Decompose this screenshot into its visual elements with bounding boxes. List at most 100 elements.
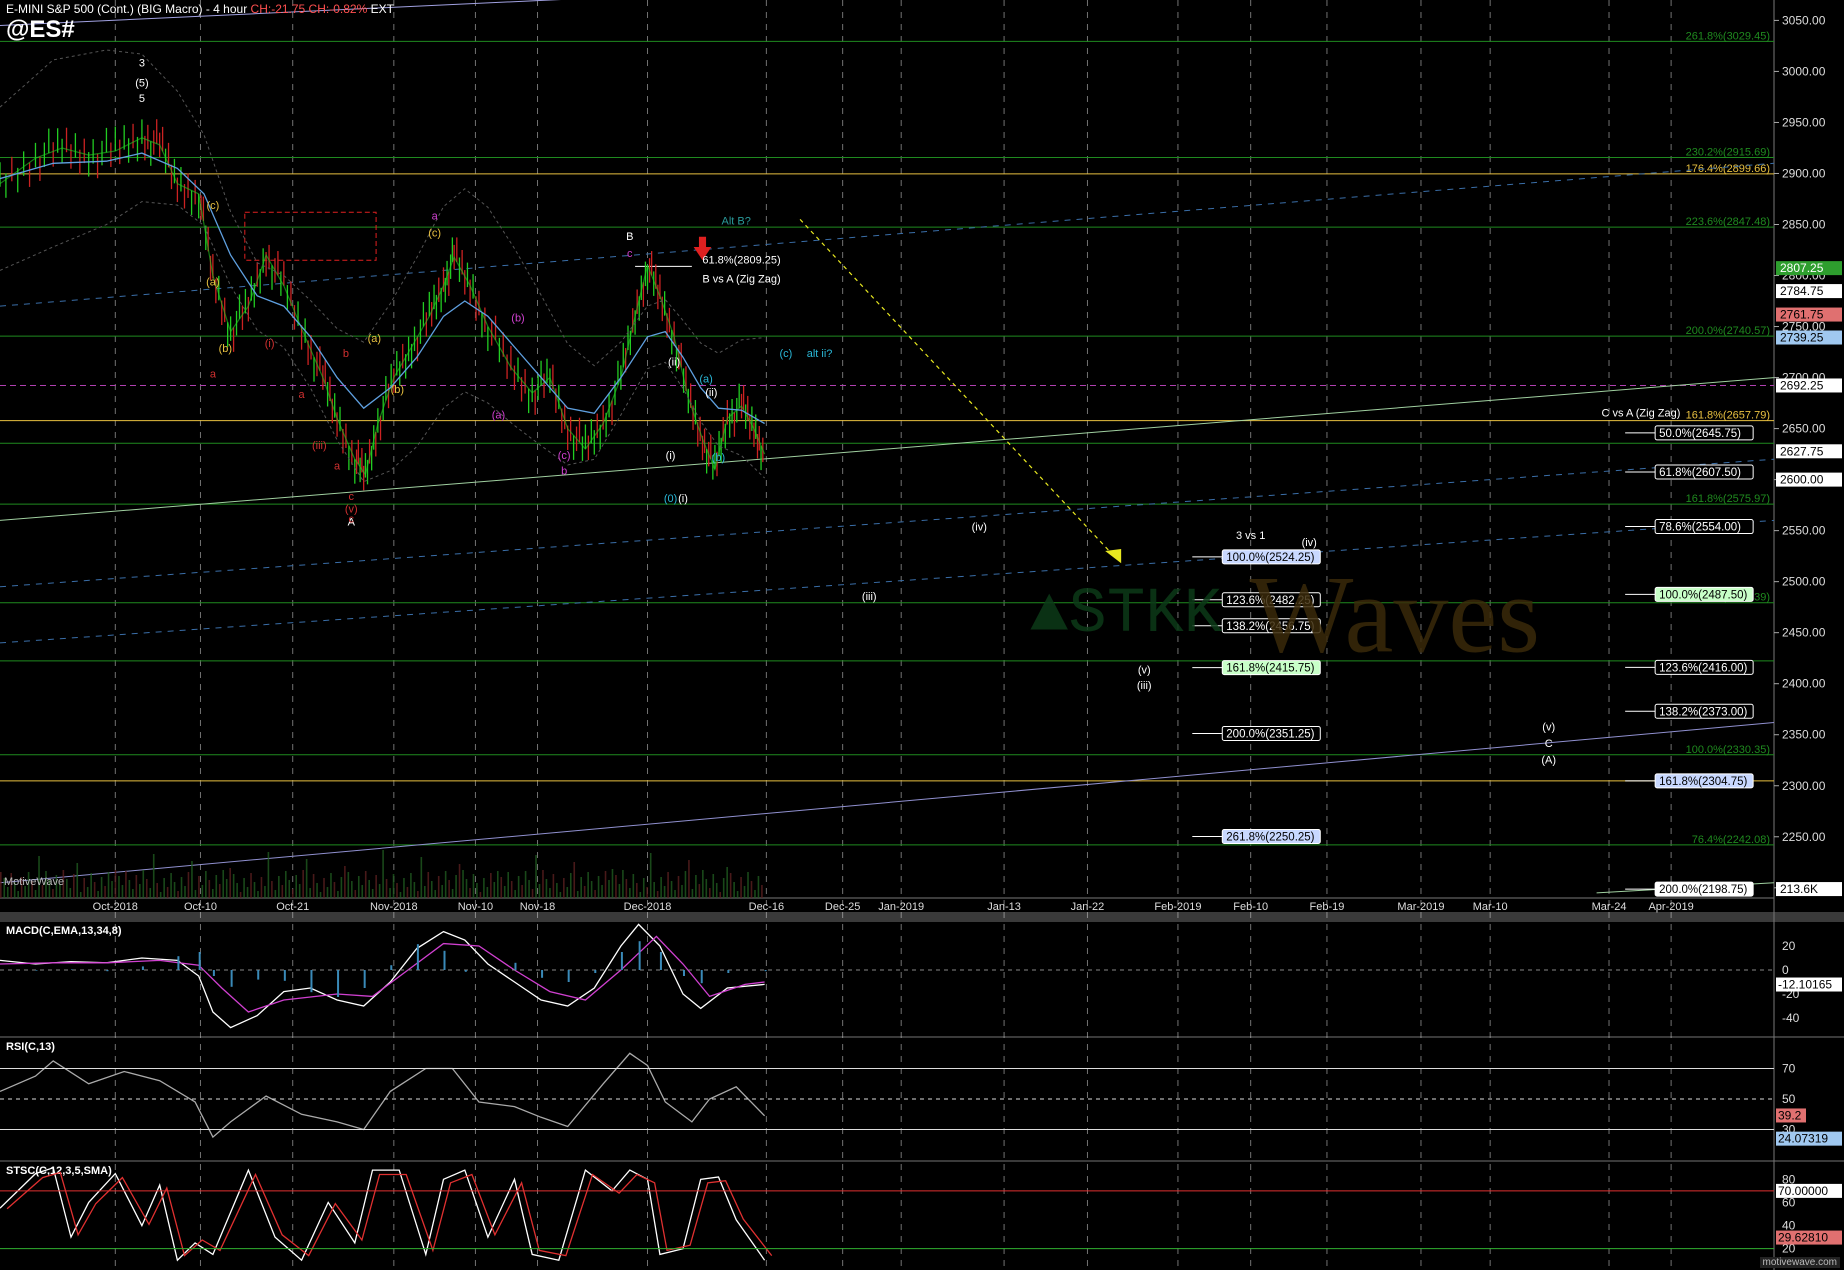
volume-bar [410,873,412,898]
macd-histogram-bar [363,970,366,988]
fib-level-label: 230.2%(2915.69) [1686,146,1770,158]
wave-label: c [349,491,355,503]
fib-level-label: 100.0%(2330.35) [1686,744,1770,756]
price-tick-label: 2450.00 [1782,626,1826,640]
time-tick-label: Dec-25 [825,901,860,913]
volume-bar [660,877,662,898]
wave-label: (iii) [312,440,327,452]
watermark: ▲STKK Waves [1030,540,1540,678]
volume-bar [229,868,231,898]
wave-label: (a) [206,277,219,289]
volume-bar [396,883,398,898]
wave-label: (ii) [668,356,680,368]
volume-bar [215,875,218,898]
volume-bar [611,869,614,898]
volume-bar [135,875,138,898]
price-tick-label: 2300.00 [1782,779,1826,793]
volume-bar [695,875,697,898]
volume-bar [170,873,172,898]
wave-label: B vs A (Zig Zag) [702,274,780,286]
price-label: 2600.00 [1780,473,1824,487]
macd-histogram-bar [310,970,313,993]
volume-bar [615,875,617,898]
volume-bar [337,891,339,898]
volume-bar [323,878,325,898]
volume-bar [691,889,694,898]
wave-label: Alt B? [722,216,751,228]
price-change: CH:-21.75 CH:-0.82% [250,2,368,16]
volume-bar [201,885,204,898]
volume-bar [590,881,593,898]
wave-label: a [432,210,439,222]
volume-bar [538,884,541,898]
volume-bar [288,880,291,898]
time-tick-label: Jan-2019 [878,901,924,913]
volume-bar [284,871,287,898]
volume-bar [184,886,186,898]
wave-label: a [210,369,217,381]
time-tick-label: Oct-2018 [93,901,138,913]
volume-bar [125,871,127,898]
volume-bar [417,891,419,898]
stoch-value: 70.00000 [1778,1184,1828,1198]
watermark-right: Waves [1249,553,1540,676]
time-tick-label: Nov-18 [520,901,555,913]
volume-bar [663,886,666,898]
volume-bar [364,871,367,898]
volume-bar [618,884,621,898]
wave-label: (a) [492,409,505,421]
volume-bar [437,876,440,898]
price-tick-label: 3050.00 [1782,13,1826,27]
footer-brand[interactable]: motivewave.com [1759,1257,1840,1268]
volume-bar [86,887,89,898]
volume-bar [83,878,86,898]
volume-bar [333,882,336,898]
volume-bar [149,888,152,898]
price-tick-label: 2250.00 [1782,830,1826,844]
volume-bar [444,871,447,898]
time-tick-label: Jan-22 [1071,901,1105,913]
volume-bar [517,876,520,898]
volume-bar [267,852,270,898]
volume-bar [79,892,82,898]
volume-bar [622,870,624,898]
wave-label: (a) [699,374,712,386]
volume-bar [145,879,148,898]
volume-bar [549,888,551,898]
volume-bar [493,882,496,898]
chart-canvas[interactable]: Oct-2018 Oct-10 Oct-21 Nov-2018 Nov-10 Nov-18… [0,0,1844,1270]
volume-bar [656,891,659,898]
volume-bar [264,886,266,898]
trendline [0,721,1775,884]
volume-bar [309,888,311,898]
volume-bar [319,892,322,898]
indicator-line [0,1166,766,1262]
wave-label: c [349,513,355,525]
pane-tick-label: 20 [1782,939,1796,953]
volume-bar [180,877,183,898]
volume-bar [684,871,687,898]
volume-bar [688,860,690,898]
volume-bar [743,886,746,898]
volume-bar [757,876,760,898]
volume-bar [326,887,329,898]
wave-label: (b) [712,452,725,464]
price-label: 2692.25 [1780,378,1824,392]
volume-bar [378,884,381,898]
price-label: 2761.75 [1780,308,1824,322]
price-tick-label: 3000.00 [1782,64,1826,78]
wave-label: (c) [428,228,441,240]
volume-bar [754,890,756,898]
volume-bar [715,883,718,898]
volume-bar [34,890,37,898]
volume-bar [479,892,482,898]
volume-bar [531,889,534,898]
volume-bar [653,882,655,898]
volume-bar [76,863,79,898]
wave-label: (ii) [705,387,717,399]
macd-histogram-bar [659,952,662,970]
volume-bar [257,891,259,898]
volume-bar [104,886,106,898]
volume-bar [243,878,245,898]
fib-box-right: 78.6%(2554.00) [1659,522,1741,534]
